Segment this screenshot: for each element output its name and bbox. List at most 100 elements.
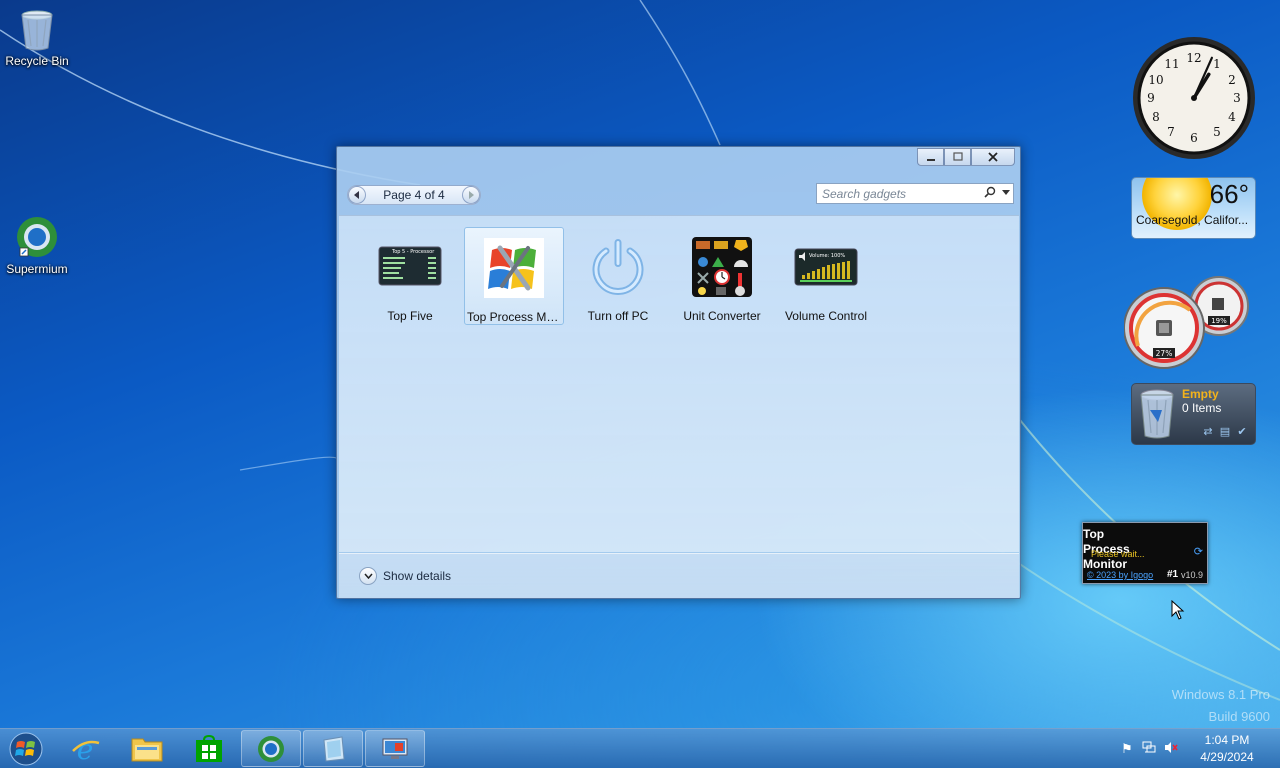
recycle-bin-icon [1140,389,1174,439]
recycle-bin-gadget[interactable]: Empty 0 Items ⇄ ▤ ✔ [1131,383,1256,445]
page-indicator: Page 4 of 4 [383,188,445,202]
top-process-monitor-gadget[interactable]: Top Process Monitor Please wait... ⟳ © 2… [1082,522,1208,584]
minimize-button[interactable] [917,148,944,166]
supermium-browser-icon [258,735,284,762]
taskbar-clock[interactable]: 1:04 PM 4/29/2024 [1188,732,1266,766]
taskbar-gadgets[interactable] [303,730,363,767]
system-tray: ⚑ 1:04 PM 4/29/2024 [1116,729,1280,768]
store-icon [196,734,222,762]
taskbar-date: 4/29/2024 [1200,750,1254,764]
empty-bin-icon[interactable]: ▤ [1218,425,1232,439]
thumb-title: Volume: 100% [809,253,845,259]
desktop-icon-label: Supermium [6,262,68,276]
ram-percent: 19% [1211,317,1227,325]
tpm-status: Please wait... [1091,549,1145,559]
taskbar-time: 1:04 PM [1204,733,1250,747]
chevron-down-icon [363,573,373,579]
svg-text:1: 1 [1213,57,1221,71]
gadget-list: Top 5 - Processor Top Five Top Process M… [339,215,1019,552]
monitor-icon [382,738,408,759]
volume-muted-icon[interactable] [1160,741,1182,757]
gadget-name: Top Five [387,309,433,323]
cpu-percent: 27% [1156,349,1173,358]
watermark-line-2: Build 9600 [1208,709,1270,724]
maximize-icon [952,152,963,161]
arrow-right-icon [469,191,474,199]
internet-explorer-icon: e [72,733,100,765]
svg-text:12: 12 [1186,51,1201,65]
tpm-rank: #1 [1167,569,1179,580]
search-gadgets-field[interactable]: Search gadgets [816,183,1014,204]
weather-location: Coarsegold, Califor... [1136,213,1249,227]
svg-text:11: 11 [1164,57,1179,71]
details-bar: Show details [339,553,1019,598]
mouse-cursor-icon [1171,600,1185,620]
windows-logo-tools-icon [484,238,544,298]
maximize-button[interactable] [944,148,971,166]
clock-gadget[interactable]: 12 12 3 45 6 78 9 1011 [1131,35,1257,161]
watermark-line-1: Windows 8.1 Pro [1171,687,1270,702]
gadget-name: Unit Converter [683,309,761,323]
taskbar-file-explorer[interactable] [117,730,177,767]
svg-text:3: 3 [1233,91,1241,105]
gadget-name: Top Process Mo... [467,310,563,324]
close-button[interactable] [971,148,1015,166]
svg-text:4: 4 [1228,110,1236,124]
unit-converter-icon [692,237,752,297]
desktop-icon-label: Recycle Bin [5,54,69,68]
taskbar: e ⚑ 1:04 PM 4/29/2024 [0,728,1280,768]
svg-text:10: 10 [1148,73,1163,87]
taskbar-internet-explorer[interactable]: e [55,730,115,767]
tpm-copyright-link[interactable]: © 2023 by Igogo [1087,570,1153,580]
folder-icon [131,738,163,761]
window-controls [917,148,1015,166]
gadget-item-unit-converter[interactable]: Unit Converter [672,227,772,325]
refresh-icon[interactable]: ⟳ [1194,545,1203,558]
refresh-icon[interactable]: ⇄ [1201,425,1215,439]
top-five-thumbnail-icon: Top 5 - Processor [378,246,442,286]
gadgets-icon [323,735,345,762]
windows-watermark: Windows 8.1 Pro Build 9600 [1172,684,1270,728]
gadget-name: Volume Control [784,309,868,323]
svg-text:8: 8 [1152,110,1160,124]
search-icon[interactable] [981,186,999,201]
svg-text:6: 6 [1190,131,1198,145]
next-page-button[interactable] [462,186,480,204]
weather-gadget[interactable]: 66° Coarsegold, Califor... [1131,177,1256,239]
svg-text:e: e [77,733,94,765]
close-icon [988,152,998,162]
search-dropdown-button[interactable] [999,189,1013,198]
start-button[interactable] [6,731,46,767]
thumb-title: Top 5 - Processor [391,249,435,255]
recycle-item-count: 0 Items [1182,401,1222,415]
gadget-item-top-five[interactable]: Top 5 - Processor Top Five [360,227,460,325]
desktop-icon-recycle-bin[interactable]: Recycle Bin [0,6,74,68]
desktop-icon-supermium[interactable]: Supermium [0,214,74,276]
show-details-toggle[interactable] [359,567,377,585]
arrow-left-icon [354,191,359,199]
recycle-tools: ⇄ ▤ ✔ [1201,425,1249,439]
page-navigator: Page 4 of 4 [347,185,481,205]
taskbar-store[interactable] [179,730,239,767]
show-details-label[interactable]: Show details [383,569,451,583]
search-input[interactable]: Search gadgets [817,187,981,201]
cpu-meter-gadget[interactable]: 19% 27% [1124,276,1249,370]
weather-temperature: 66° [1209,179,1249,209]
gadget-item-turn-off-pc[interactable]: Turn off PC [568,227,668,325]
gadget-item-volume-control[interactable]: Volume: 100% Volume Control [776,227,876,325]
network-icon[interactable] [1138,741,1160,757]
previous-page-button[interactable] [348,186,366,204]
settings-icon[interactable]: ✔ [1235,425,1249,439]
action-center-flag-icon[interactable]: ⚑ [1116,741,1138,757]
recycle-bin-icon [21,10,53,51]
gadget-gallery-window: Page 4 of 4 Search gadgets Top 5 - Proce… [336,146,1021,599]
svg-text:9: 9 [1147,91,1155,105]
power-icon [592,239,644,295]
taskbar-supermium[interactable] [241,730,301,767]
gadget-name: Turn off PC [587,309,649,323]
tpm-version: v10.9 [1181,570,1204,580]
taskbar-remote-desktop[interactable] [365,730,425,767]
gadget-item-top-process-monitor[interactable]: Top Process Mo... [464,227,564,325]
recycle-state: Empty [1182,387,1219,401]
chevron-down-icon [1002,190,1010,195]
